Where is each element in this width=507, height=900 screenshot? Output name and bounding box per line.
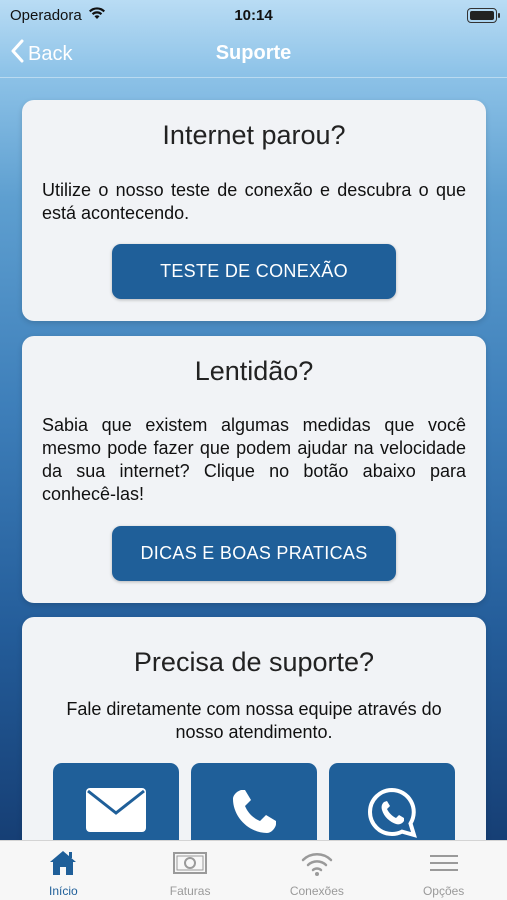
carrier-name: Operadora xyxy=(10,6,82,24)
support-title: Precisa de suporte? xyxy=(133,647,375,677)
tab-bar: Início Faturas Conexões Opções xyxy=(0,840,507,900)
whatsapp-icon xyxy=(366,787,418,844)
battery-icon xyxy=(467,7,500,23)
tab-label: Faturas xyxy=(169,884,211,898)
menu-icon xyxy=(428,849,460,884)
slowness-text: Sabia que existem algumas medidas que vo… xyxy=(42,415,466,504)
slowness-title: Lentidão? xyxy=(194,356,314,386)
tab-faturas[interactable]: Faturas xyxy=(127,841,254,900)
slowness-card: Lentidão? Sabia que existem algumas medi… xyxy=(22,336,486,603)
chevron-left-icon xyxy=(10,39,24,69)
status-bar: Operadora 10:14 xyxy=(0,0,507,30)
battery-level xyxy=(470,10,494,20)
banknote-icon xyxy=(172,849,208,884)
wifi-status-icon xyxy=(88,6,106,24)
tips-button[interactable]: DICAS E BOAS PRATICAS xyxy=(112,526,396,581)
phone-icon xyxy=(229,787,279,842)
tab-label: Conexões xyxy=(289,884,344,898)
tab-conexoes[interactable]: Conexões xyxy=(254,841,381,900)
tab-inicio[interactable]: Início xyxy=(0,841,127,900)
tab-label: Opções xyxy=(422,884,465,898)
back-label: Back xyxy=(28,42,73,65)
tab-opcoes[interactable]: Opções xyxy=(380,841,507,900)
support-card: Precisa de suporte? Fale diretamente com… xyxy=(22,617,486,857)
envelope-icon xyxy=(85,787,147,838)
status-left: Operadora xyxy=(10,6,106,24)
internet-stopped-text: Utilize o nosso teste de conexão e descu… xyxy=(42,180,466,223)
internet-stopped-title: Internet parou? xyxy=(162,120,346,150)
home-icon xyxy=(49,849,77,884)
page-title: Suporte xyxy=(215,42,292,64)
tab-label: Início xyxy=(49,884,78,898)
support-text: Fale diretamente com nossa equipe atravé… xyxy=(66,699,442,742)
back-button[interactable]: Back xyxy=(10,38,72,70)
internet-stopped-card: Internet parou? Utilize o nosso teste de… xyxy=(22,100,486,321)
connection-test-button[interactable]: TESTE DE CONEXÃO xyxy=(112,244,396,299)
wifi-icon xyxy=(300,849,334,884)
navigation-bar: Back Suporte xyxy=(0,30,507,78)
